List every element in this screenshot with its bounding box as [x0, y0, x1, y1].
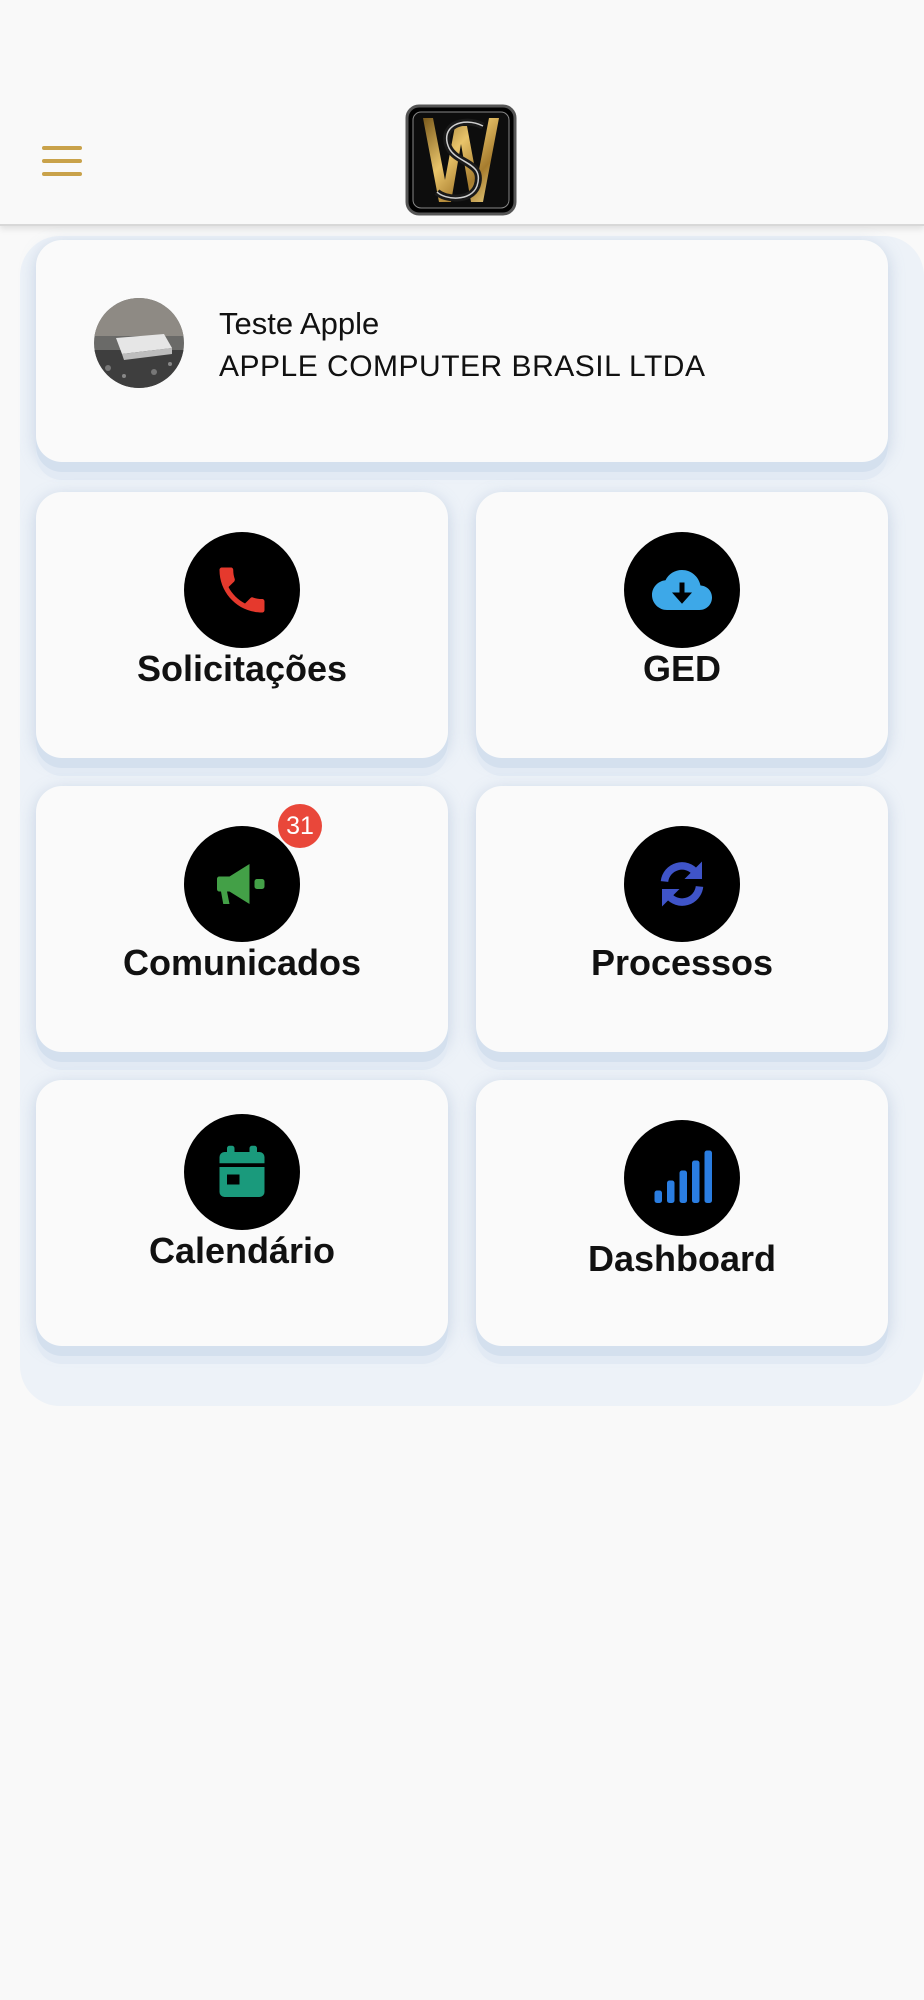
tile-label: GED — [642, 648, 721, 689]
hamburger-icon-line — [42, 159, 82, 163]
profile-card[interactable]: Teste Apple APPLE COMPUTER BRASIL LTDA — [36, 240, 888, 462]
tile-label: Solicitações — [136, 648, 348, 689]
notification-badge: 31 — [278, 804, 322, 848]
hamburger-icon-line — [42, 172, 82, 176]
tile-solicitacoes[interactable]: Solicitações — [36, 492, 448, 758]
tile-dashboard[interactable]: Dashboard — [476, 1080, 888, 1346]
tile-label: Dashboard — [587, 1238, 777, 1279]
comunicados-icon-circle — [184, 826, 300, 942]
profile-company: APPLE COMPUTER BRASIL LTDA — [219, 350, 706, 383]
tile-label: Calendário — [148, 1230, 336, 1271]
app-header — [0, 0, 924, 226]
phone-icon — [219, 567, 265, 613]
dashboard-icon-circle — [624, 1120, 740, 1236]
calendar-icon — [219, 1145, 265, 1197]
sync-icon — [660, 861, 704, 907]
signal-bars-icon — [654, 1150, 712, 1203]
menu-button[interactable] — [42, 146, 82, 176]
hamburger-icon — [42, 146, 82, 150]
cloud-download-icon — [652, 570, 712, 610]
app-logo — [405, 104, 517, 216]
tile-label: Processos — [590, 942, 774, 983]
tile-processos[interactable]: Processos — [476, 786, 888, 1052]
tile-comunicados[interactable]: 31 Comunicados — [36, 786, 448, 1052]
solicitacoes-icon-circle — [184, 532, 300, 648]
tile-label: Comunicados — [122, 942, 362, 983]
avatar — [94, 298, 184, 388]
ged-icon-circle — [624, 532, 740, 648]
tile-ged[interactable]: GED — [476, 492, 888, 758]
profile-name: Teste Apple — [219, 306, 380, 341]
calendario-icon-circle — [184, 1114, 300, 1230]
tile-calendario[interactable]: Calendário — [36, 1080, 448, 1346]
megaphone-icon — [217, 864, 265, 904]
processos-icon-circle — [624, 826, 740, 942]
